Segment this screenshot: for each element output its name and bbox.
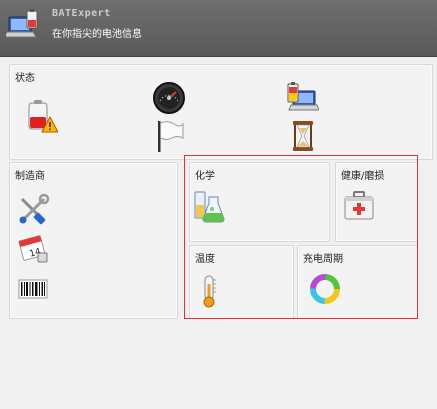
- charge-cycles-panel: 充电周期: [297, 245, 418, 319]
- white-flag-icon[interactable]: [152, 119, 186, 153]
- app-header: BATExpert 在你指尖的电池信息: [0, 0, 437, 57]
- chemistry-flask-icon[interactable]: [192, 189, 226, 223]
- charge-cycle-ring-icon[interactable]: [308, 272, 342, 306]
- temperature-panel: 温度: [189, 245, 294, 319]
- charge-cycles-panel-title: 充电周期: [303, 254, 343, 265]
- gauge-icon[interactable]: [152, 81, 186, 115]
- chemistry-panel: 化学: [189, 162, 330, 242]
- status-panel-title: 状态: [15, 73, 35, 84]
- hourglass-icon[interactable]: [286, 119, 320, 153]
- app-logo-icon: [3, 8, 40, 42]
- tools-icon[interactable]: [16, 193, 50, 227]
- thermometer-icon[interactable]: [192, 274, 226, 308]
- health-panel-title: 健康/磨损: [341, 171, 385, 182]
- manufacturer-panel-title: 制造商: [15, 171, 45, 182]
- battery-warning-icon[interactable]: [24, 99, 58, 133]
- app-subtitle: 在你指尖的电池信息: [52, 29, 142, 40]
- calendar-icon[interactable]: 14: [16, 231, 50, 265]
- chemistry-panel-title: 化学: [195, 171, 215, 182]
- manufacturer-panel: 制造商 14: [9, 162, 178, 319]
- temperature-panel-title: 温度: [195, 254, 215, 265]
- health-panel: 健康/磨损: [335, 162, 418, 242]
- barcode-icon[interactable]: [16, 273, 50, 307]
- first-aid-kit-icon[interactable]: [342, 189, 376, 223]
- laptop-battery-icon[interactable]: [285, 81, 319, 115]
- status-panel: 状态: [9, 64, 433, 160]
- app-title: BATExpert: [52, 8, 111, 19]
